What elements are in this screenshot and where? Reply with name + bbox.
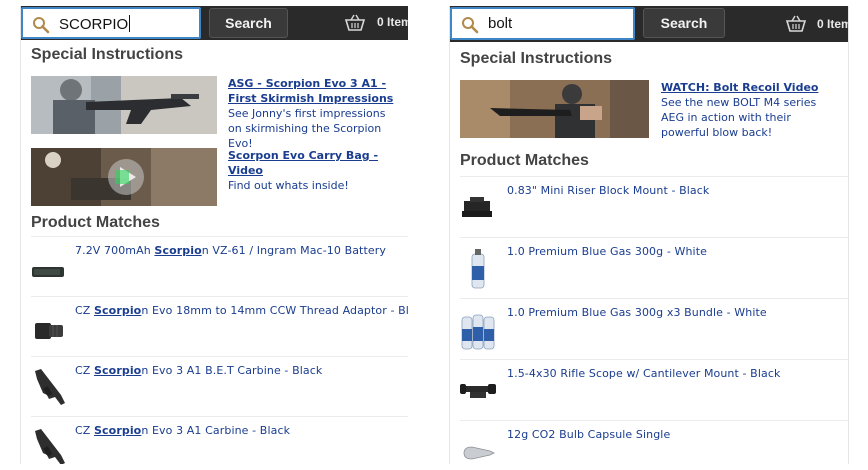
search-input[interactable]: bolt [450, 7, 635, 40]
special-instruction-description: See the new BOLT M4 series AEG in action… [661, 96, 817, 139]
search-icon [462, 17, 479, 34]
product-matches-heading: Product Matches [31, 214, 160, 231]
special-instructions-heading: Special Instructions [31, 46, 184, 63]
search-results: Special Instructions ASG - Scorpion Evo … [21, 40, 408, 464]
search-value: SCORPIO [59, 16, 129, 33]
search-icon [33, 17, 50, 34]
product-name[interactable]: 1.5-4x30 Rifle Scope w/ Cantilever Mount… [507, 367, 780, 380]
special-instruction-description: Find out whats inside! [228, 179, 349, 192]
product-row[interactable]: 1.0 Premium Blue Gas 300g - White [460, 237, 848, 297]
special-instructions-heading: Special Instructions [460, 50, 613, 67]
product-row[interactable]: 7.2V 700mAh Scorpion VZ-61 / Ingram Mac-… [31, 236, 408, 296]
special-instruction-description: See Jonny's first impressions on skirmis… [228, 107, 386, 150]
video-thumbnail[interactable] [31, 148, 217, 206]
thread-adaptor-icon [35, 323, 63, 339]
special-instruction-title[interactable]: Scorpon Evo Carry Bag - Video [228, 148, 400, 178]
header-bar: SCORPIO Search 0 Item [21, 6, 408, 40]
product-name[interactable]: 1.0 Premium Blue Gas 300g x3 Bundle - Wh… [507, 306, 767, 319]
basket-icon[interactable] [344, 14, 366, 32]
product-name[interactable]: 1.0 Premium Blue Gas 300g - White [507, 245, 707, 258]
special-instruction-title[interactable]: ASG - Scorpion Evo 3 A1 - First Skirmish… [228, 76, 400, 106]
search-results: Special Instructions WATCH: Bolt Recoil … [450, 42, 848, 464]
product-row[interactable]: 1.0 Premium Blue Gas 300g x3 Bundle - Wh… [460, 298, 848, 358]
product-row[interactable]: CZ Scorpion Evo 3 A1 Carbine - Black [31, 416, 408, 464]
product-name[interactable]: CZ Scorpion Evo 18mm to 14mm CCW Thread … [75, 304, 408, 317]
product-name[interactable]: CZ Scorpion Evo 3 A1 Carbine - Black [75, 424, 290, 437]
search-button[interactable]: Search [643, 8, 725, 38]
battery-icon [32, 267, 64, 277]
carbine-icon [35, 429, 65, 464]
product-name[interactable]: 7.2V 700mAh Scorpion VZ-61 / Ingram Mac-… [75, 244, 386, 257]
co2-capsule-icon [463, 446, 495, 460]
product-matches-heading: Product Matches [460, 152, 589, 169]
cart-items-count[interactable]: 0 Item [817, 17, 848, 31]
header-bar: bolt Search 0 Item [450, 6, 848, 42]
special-instruction-item[interactable]: ASG - Scorpion Evo 3 A1 - First Skirmish… [31, 76, 400, 150]
gas-can-icon [471, 249, 485, 289]
search-input[interactable]: SCORPIO [21, 7, 201, 39]
product-row[interactable]: 0.83" Mini Riser Block Mount - Black [460, 176, 848, 236]
product-row[interactable]: 12g CO2 Bulb Capsule Single [460, 420, 848, 464]
cart-items-count[interactable]: 0 Item [377, 15, 408, 29]
product-row[interactable]: CZ Scorpion Evo 18mm to 14mm CCW Thread … [31, 296, 408, 356]
search-panel-bolt: bolt Search 0 Item Special Instructions [449, 6, 849, 464]
text-caret [129, 15, 131, 32]
search-button[interactable]: Search [209, 8, 288, 38]
product-row[interactable]: 1.5-4x30 Rifle Scope w/ Cantilever Mount… [460, 359, 848, 419]
product-name[interactable]: CZ Scorpion Evo 3 A1 B.E.T Carbine - Bla… [75, 364, 322, 377]
video-thumbnail[interactable] [31, 76, 217, 134]
special-instruction-title[interactable]: WATCH: Bolt Recoil Video [661, 80, 840, 95]
search-panel-scorpio: SCORPIO Search 0 Item Special Instructio… [20, 6, 408, 464]
riser-mount-icon [462, 197, 492, 217]
carbine-icon [35, 369, 65, 405]
product-name[interactable]: 12g CO2 Bulb Capsule Single [507, 428, 670, 441]
basket-icon[interactable] [785, 15, 807, 33]
search-value: bolt [488, 15, 513, 32]
product-row[interactable]: CZ Scorpion Evo 3 A1 B.E.T Carbine - Bla… [31, 356, 408, 416]
special-instruction-item[interactable]: Scorpon Evo Carry Bag - Video Find out w… [31, 148, 400, 206]
gas-can-bundle-icon [461, 314, 495, 350]
product-name[interactable]: 0.83" Mini Riser Block Mount - Black [507, 184, 709, 197]
rifle-scope-icon [460, 384, 496, 398]
video-thumbnail[interactable] [460, 80, 649, 138]
special-instruction-item[interactable]: WATCH: Bolt Recoil Video See the new BOL… [460, 80, 840, 139]
